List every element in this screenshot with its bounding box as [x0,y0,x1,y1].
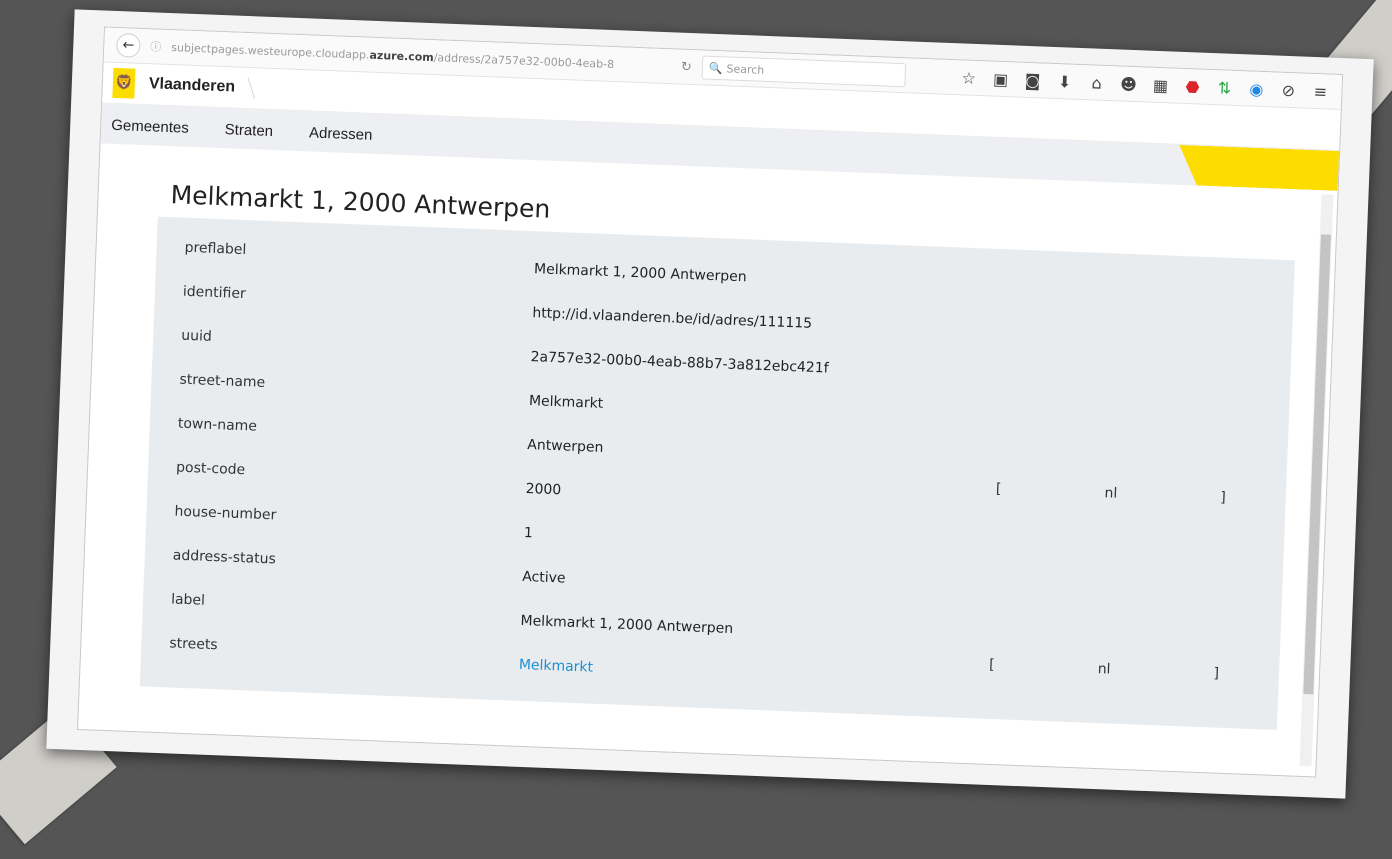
street-link[interactable]: Melkmarkt [519,647,594,676]
search-icon: 🔍 [708,61,723,75]
lang-tag-close: ] [1213,665,1220,682]
search-placeholder: Search [726,61,765,77]
toolbar-icons: ☆ ▣ ◙ ⬇ ⌂ ☻ ▦ ⬣ ⇅ ◉ ⊘ ≡ [959,68,1329,101]
prop-value: 1 [523,524,534,542]
brand-accent-shape [1178,145,1339,191]
nav-adressen[interactable]: Adressen [309,124,373,143]
search-input[interactable]: 🔍 Search [701,55,907,88]
prop-value: Antwerpen [526,437,604,456]
brand-name[interactable]: Vlaanderen [149,75,236,96]
star-icon[interactable]: ☆ [959,68,978,88]
scrollbar-thumb[interactable] [1303,234,1331,695]
disable-icon[interactable]: ⊘ [1279,80,1298,100]
grid-icon[interactable]: ▦ [1151,75,1170,95]
url-path: /address/2a757e32-00b0-4eab-8 [433,50,615,71]
home-icon[interactable]: ⌂ [1087,73,1106,93]
info-icon[interactable]: ⓘ [150,38,162,54]
prop-value: Melkmarkt 1, 2000 Antwerpen [533,261,747,286]
main-content: Melkmarkt 1, 2000 Antwerpen preflabel Me… [138,180,1296,775]
skype-icon[interactable]: ◉ [1247,79,1266,99]
sync-icon[interactable]: ⇅ [1215,78,1234,98]
pocket-icon[interactable]: ◙ [1023,70,1042,90]
prop-value: Active [521,568,566,587]
scrollbar[interactable] [1299,194,1334,767]
header-divider [247,77,256,99]
clipboard-icon[interactable]: ▣ [991,69,1010,89]
menu-icon[interactable]: ≡ [1311,81,1330,101]
back-arrow-icon: ← [122,37,135,54]
nav-gemeentes[interactable]: Gemeentes [111,117,189,137]
photo-frame: ← ⓘ subjectpages.westeurope.cloudapp.azu… [46,9,1374,799]
lang-tag-open: [ [988,656,995,674]
adblock-icon[interactable]: ⬣ [1183,76,1202,97]
lang-tag-close: ] [1219,489,1227,506]
prop-value: Melkmarkt [528,393,604,412]
lang-tag-code: nl [1097,661,1111,678]
properties-panel: preflabel Melkmarkt 1, 2000 Antwerpen id… [139,216,1295,731]
lion-logo-icon[interactable]: 🦁 [112,67,136,99]
url-prefix: subjectpages.westeurope.cloudapp. [171,40,370,62]
browser-window: ← ⓘ subjectpages.westeurope.cloudapp.azu… [77,26,1344,778]
prop-value: 2000 [525,480,562,499]
emoji-icon[interactable]: ☻ [1119,74,1138,94]
url-host: azure.com [369,48,435,64]
reload-icon[interactable]: ↻ [681,59,692,74]
lang-tag-open: [ [995,481,1002,498]
download-icon[interactable]: ⬇ [1055,72,1074,92]
back-button[interactable]: ← [115,32,141,58]
nav-straten[interactable]: Straten [224,121,273,140]
lang-tag-code: nl [1104,485,1118,502]
prop-key: preflabel [184,239,247,259]
